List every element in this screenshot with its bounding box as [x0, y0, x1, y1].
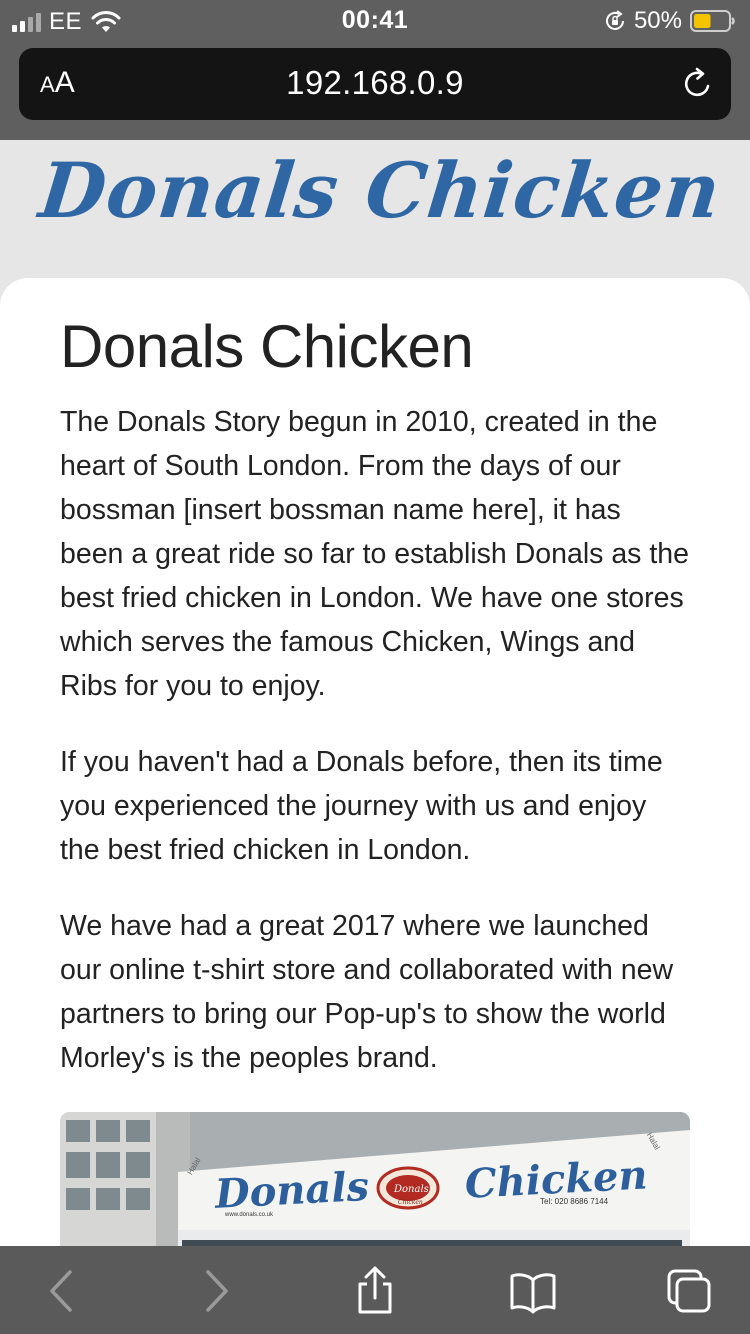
sign-phone: Tel: 020 8686 7144	[540, 1197, 609, 1206]
story-paragraph-1: The Donals Story begun in 2010, created …	[60, 406, 689, 702]
site-header: Donals Chicken	[0, 140, 750, 280]
share-icon[interactable]	[350, 1266, 400, 1316]
sign-badge-subtext: Chicken	[398, 1199, 423, 1206]
site-logo[interactable]: Donals Chicken	[35, 146, 725, 235]
page-title: Donals Chicken	[60, 313, 474, 380]
story-paragraph-3: We have had a great 2017 where we launch…	[60, 910, 674, 1074]
battery-percentage: 50%	[633, 7, 682, 34]
sign-website: www.donals.co.uk	[224, 1212, 274, 1218]
browser-bottom-toolbar	[0, 1246, 750, 1334]
tabs-icon[interactable]	[664, 1266, 714, 1316]
story-paragraph-2: If you haven't had a Donals before, then…	[60, 746, 663, 866]
chevron-left-icon[interactable]	[38, 1266, 88, 1316]
reload-icon[interactable]	[681, 67, 715, 101]
url-text[interactable]: 192.168.0.9	[19, 64, 731, 102]
bookmarks-icon[interactable]	[508, 1266, 558, 1316]
storefront-illustration: Donals Donals Chicken Chicken Tel: 020 8…	[60, 1112, 690, 1252]
sign-left-word: Donals	[213, 1163, 370, 1218]
address-bar[interactable]: AA 192.168.0.9	[19, 48, 731, 120]
storefront-photo: Donals Donals Chicken Chicken Tel: 020 8…	[60, 1112, 690, 1252]
browser-toolbar: AA 192.168.0.9	[0, 40, 750, 140]
chevron-right-icon[interactable]	[190, 1266, 240, 1316]
status-bar: EE 00:41 50%	[0, 0, 750, 40]
sign-badge-text: Donals	[393, 1184, 429, 1195]
content-card: Donals Chicken The Donals Story begun in…	[0, 278, 750, 1278]
rotation-lock-icon	[605, 10, 624, 30]
battery-icon	[690, 10, 735, 32]
